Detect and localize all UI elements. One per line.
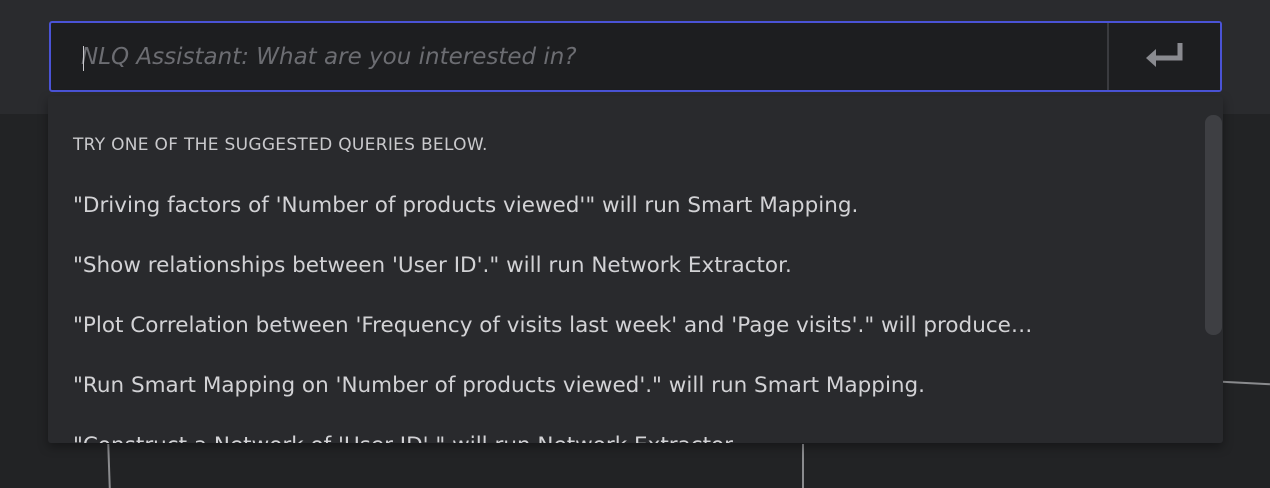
enter-return-icon [1143,39,1187,74]
nlq-search-input[interactable] [51,23,1107,90]
canvas-edge-line [802,444,804,488]
nlq-search-box [49,21,1222,92]
canvas-edge-line [107,443,111,488]
submit-query-button[interactable] [1107,23,1220,90]
suggestion-item[interactable]: "Driving factors of 'Number of products … [73,191,1183,221]
suggestions-dropdown: TRY ONE OF THE SUGGESTED QUERIES BELOW. … [48,96,1223,443]
suggestion-item[interactable]: "Run Smart Mapping on 'Number of product… [73,371,1183,401]
text-caret [83,46,84,71]
suggestions-list: TRY ONE OF THE SUGGESTED QUERIES BELOW. … [48,96,1203,443]
suggestion-item[interactable]: "Construct a Network of 'User ID'." will… [73,431,1183,443]
suggestions-hint: TRY ONE OF THE SUGGESTED QUERIES BELOW. [73,135,488,155]
suggestion-item[interactable]: "Plot Correlation between 'Frequency of … [73,311,1183,341]
dropdown-scrollbar-thumb[interactable] [1205,115,1222,335]
canvas-edge-line [1221,380,1270,386]
suggestion-item[interactable]: "Show relationships between 'User ID'." … [73,251,1183,281]
